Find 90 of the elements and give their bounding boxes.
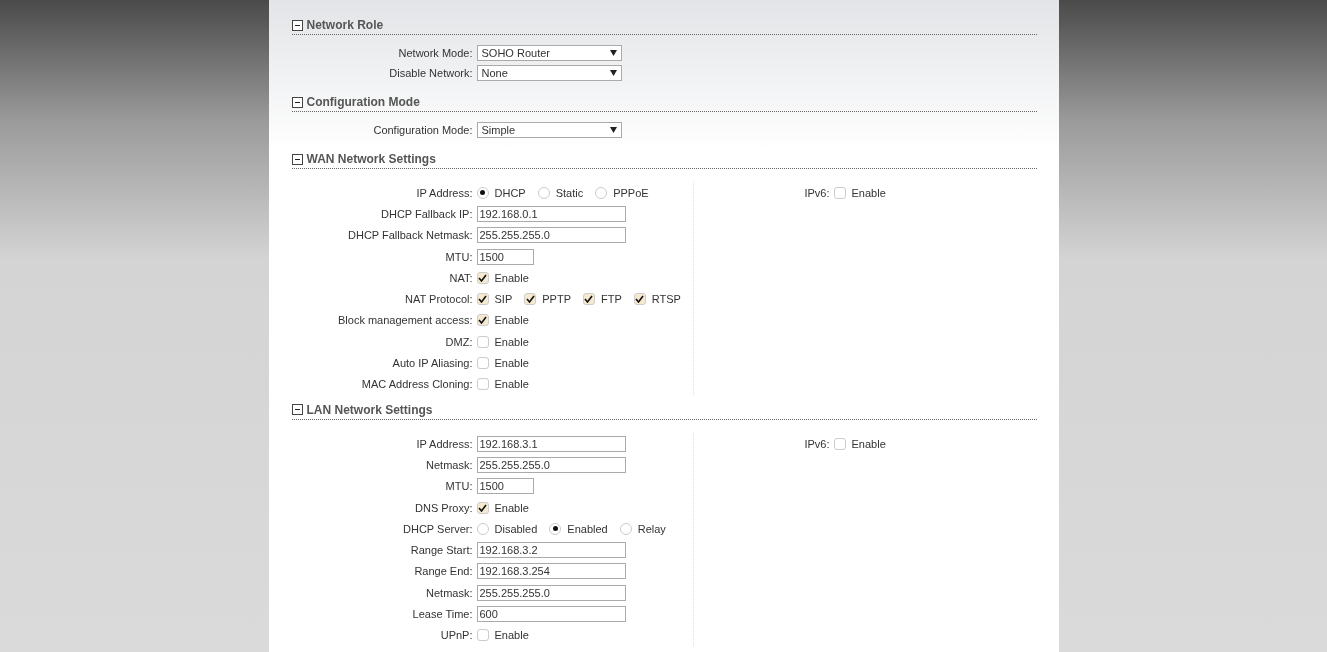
option-label: Enable (494, 378, 529, 391)
field-label: UPnP: (439, 629, 473, 642)
option-label: SIP (494, 293, 513, 306)
field-label: MTU: (444, 250, 473, 263)
field-label: IPv6: (803, 437, 830, 450)
field-label: DHCP Server: (402, 522, 473, 535)
field-label: Range End: (413, 565, 473, 578)
select-value: None (481, 67, 508, 79)
collapse-toggle[interactable] (291, 404, 303, 416)
section-title: Configuration Mode (306, 95, 420, 109)
option-label: Enable (851, 186, 886, 199)
checkbox[interactable] (833, 437, 846, 450)
checkbox[interactable] (833, 186, 846, 199)
field-label: Netmask: (425, 458, 473, 471)
caret-icon (609, 50, 617, 56)
option-label: Enable (494, 357, 529, 369)
checkbox[interactable] (476, 293, 489, 306)
field-label: Network Mode: (397, 47, 473, 59)
field-label: Netmask: (425, 586, 473, 599)
field-label: NAT: (448, 271, 473, 284)
caret-icon (609, 70, 617, 76)
option-label: DHCP (494, 186, 526, 199)
option-label: Enable (494, 271, 529, 284)
field-label: DMZ: (444, 335, 473, 348)
field-label: NAT Protocol: (404, 293, 473, 306)
field-label: MTU: (444, 480, 473, 493)
field-label: Range Start: (409, 544, 473, 557)
option-label: Enable (494, 335, 529, 348)
field-label: IP Address: (415, 186, 473, 199)
section-title: WAN Network Settings (306, 152, 436, 166)
field-label: Auto IP Aliasing: (391, 357, 473, 369)
checkbox[interactable] (524, 293, 537, 306)
collapse-toggle[interactable] (291, 19, 303, 31)
radio-button[interactable] (549, 522, 562, 535)
input-field[interactable]: 192.168.3.254 (476, 563, 626, 580)
checkbox[interactable] (476, 501, 489, 514)
input-field[interactable]: 600 (476, 606, 626, 622)
option-label: Enable (494, 501, 529, 514)
checkbox[interactable] (582, 293, 595, 306)
field-label: IP Address: (415, 437, 473, 450)
radio-button[interactable] (537, 186, 550, 199)
radio-button[interactable] (595, 186, 608, 199)
option-label: RTSP (651, 293, 681, 306)
option-label: Enable (494, 629, 529, 642)
option-label: FTP (600, 293, 622, 306)
select-value: SOHO Router (481, 47, 550, 59)
option-label: Disabled (494, 522, 538, 535)
radio-button[interactable] (619, 522, 632, 535)
checkbox[interactable] (476, 335, 489, 348)
checkbox[interactable] (476, 314, 489, 327)
radio-button[interactable] (476, 186, 489, 199)
input-field[interactable]: 192.168.3.1 (476, 435, 626, 452)
option-label: PPPoE (613, 186, 649, 199)
input-field[interactable]: 255.255.255.0 (476, 584, 626, 601)
input-field[interactable]: 192.168.0.1 (476, 205, 626, 222)
field-label: Configuration Mode: (372, 124, 473, 136)
checkbox[interactable] (476, 378, 489, 391)
field-label: Disable Network: (388, 67, 473, 79)
select-value: Simple (481, 124, 516, 136)
checkbox[interactable] (633, 293, 646, 306)
field-label: Lease Time: (411, 608, 473, 620)
collapse-toggle[interactable] (291, 96, 303, 108)
field-label: MAC Address Cloning: (360, 378, 473, 391)
checkbox[interactable] (476, 357, 489, 369)
field-label: IPv6: (803, 186, 830, 199)
input-field[interactable]: 192.168.3.2 (476, 542, 626, 559)
option-label: Relay (637, 522, 666, 535)
checkbox[interactable] (476, 271, 489, 284)
field-label: DNS Proxy: (414, 501, 473, 514)
section-title: LAN Network Settings (306, 402, 433, 417)
input-field[interactable]: 255.255.255.0 (476, 227, 626, 244)
option-label: Enable (494, 314, 529, 327)
field-label: DHCP Fallback Netmask: (347, 229, 473, 242)
input-field[interactable]: 1500 (476, 248, 534, 265)
caret-icon (609, 127, 617, 133)
section-title: Network Role (306, 18, 384, 32)
radio-button[interactable] (476, 522, 489, 535)
select-dropdown[interactable]: SOHO Router (476, 45, 622, 61)
input-field[interactable]: 255.255.255.0 (476, 456, 626, 473)
option-label: Enabled (567, 522, 608, 535)
field-label: Block management access: (337, 314, 473, 327)
option-label: Static (555, 186, 584, 199)
input-field[interactable]: 1500 (476, 478, 534, 495)
select-dropdown[interactable]: Simple (476, 122, 622, 138)
option-label: Enable (851, 437, 886, 450)
field-label: DHCP Fallback IP: (380, 207, 473, 220)
option-label: PPTP (542, 293, 571, 306)
select-dropdown[interactable]: None (476, 65, 622, 81)
checkbox[interactable] (476, 629, 489, 642)
collapse-toggle[interactable] (291, 153, 303, 165)
